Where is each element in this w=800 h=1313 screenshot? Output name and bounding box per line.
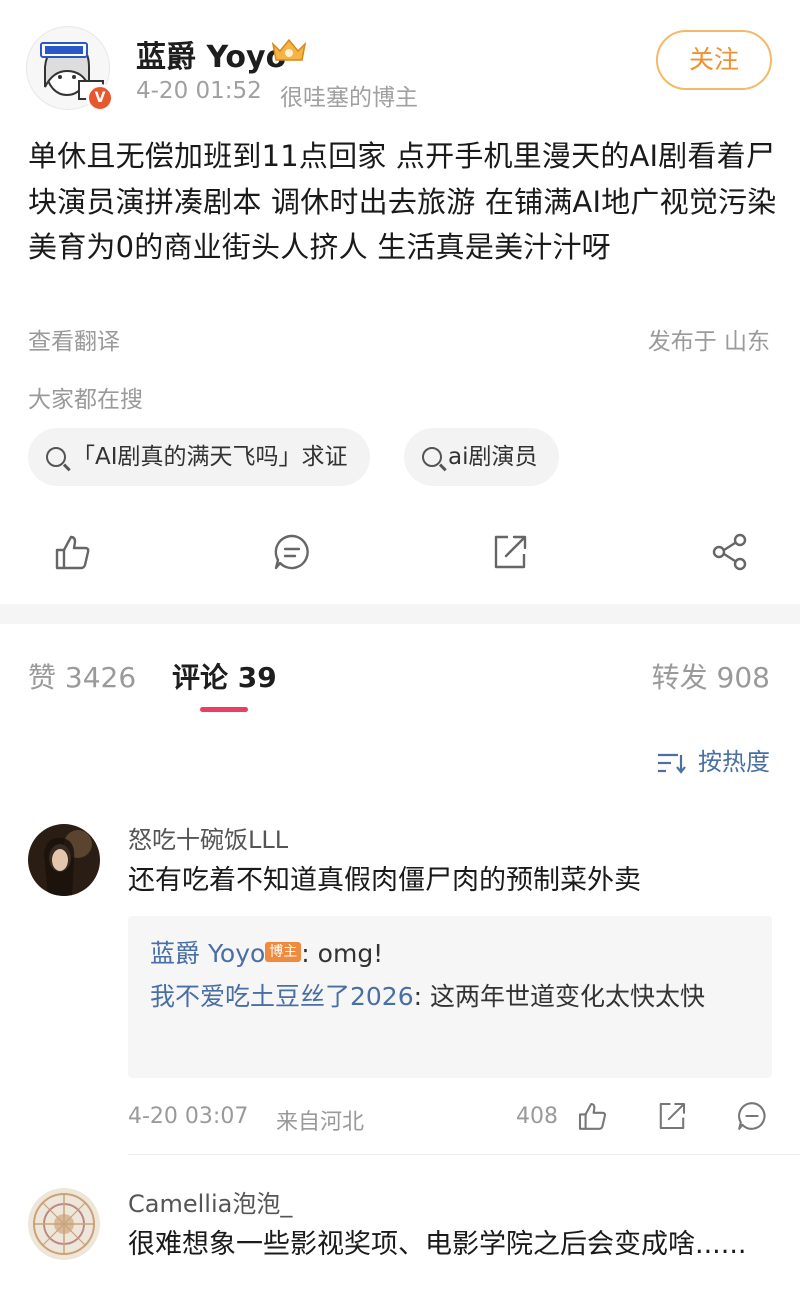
reply-item: 蓝爵 Yoyo 博主: omg! bbox=[150, 932, 750, 975]
reply-text: : 这两年世道变化太快太快 bbox=[413, 982, 705, 1011]
share-icon[interactable] bbox=[710, 532, 750, 572]
search-chip[interactable]: 「AI剧真的满天飞吗」求证 bbox=[28, 428, 370, 486]
section-divider bbox=[0, 604, 800, 624]
follow-button[interactable]: 关注 bbox=[656, 30, 772, 90]
verified-badge-icon: V bbox=[86, 84, 114, 112]
comment-location: 来自河北 bbox=[276, 1110, 365, 1135]
repost-icon[interactable] bbox=[490, 532, 530, 572]
post-location: 发布于 山东 bbox=[647, 329, 770, 355]
commenter-avatar[interactable] bbox=[28, 824, 100, 896]
comment-icon[interactable] bbox=[272, 532, 312, 572]
search-icon bbox=[46, 447, 66, 467]
author-label: 很哇塞的博主 bbox=[280, 85, 418, 111]
author-avatar[interactable]: V bbox=[26, 26, 114, 112]
comment-footer: 4-20 03:07 来自河北 408 bbox=[128, 1100, 772, 1140]
like-icon[interactable] bbox=[576, 1100, 608, 1132]
tab-likes[interactable]: 赞 3426 bbox=[28, 656, 136, 696]
reply-text: : omg! bbox=[301, 939, 384, 968]
comment-text: 还有吃着不知道真假肉僵尸肉的预制菜外卖 bbox=[128, 865, 641, 896]
tab-comments[interactable]: 评论 39 bbox=[172, 656, 277, 696]
trending-search-title: 大家都在搜 bbox=[28, 387, 143, 413]
commenter-name[interactable]: Camellia泡泡_ bbox=[128, 1184, 292, 1219]
like-icon[interactable] bbox=[52, 532, 92, 572]
reply-author[interactable]: 我不爱吃土豆丝了2026 bbox=[150, 982, 414, 1011]
host-badge: 博主 bbox=[265, 942, 302, 962]
search-chip-label: 「AI剧真的满天飞吗」求证 bbox=[72, 444, 348, 470]
comment-time: 4-20 03:07 bbox=[128, 1104, 249, 1129]
active-tab-indicator bbox=[200, 707, 248, 712]
search-icon bbox=[422, 447, 442, 467]
repost-icon[interactable] bbox=[656, 1100, 688, 1132]
sort-label: 按热度 bbox=[698, 748, 770, 776]
comment-like-count: 408 bbox=[516, 1104, 558, 1129]
sort-toggle[interactable]: 按热度 bbox=[656, 742, 770, 777]
post-action-bar bbox=[0, 528, 800, 584]
avatar bbox=[28, 824, 100, 896]
post-time: 4-20 01:52 bbox=[136, 78, 262, 104]
sort-icon bbox=[658, 753, 686, 774]
search-chip-label: ai剧演员 bbox=[448, 444, 538, 470]
interaction-tabs: 赞 3426 评论 39 转发 908 bbox=[0, 640, 800, 720]
post-header: V 蓝爵 Yoyo 4-20 01:52 很哇塞的博主 关注 bbox=[0, 0, 800, 125]
commenter-name[interactable]: 怒吃十碗饭LLL bbox=[128, 820, 288, 855]
crown-icon bbox=[271, 38, 307, 61]
avatar bbox=[28, 1188, 100, 1260]
author-name[interactable]: 蓝爵 Yoyo bbox=[136, 32, 286, 76]
tab-reposts[interactable]: 转发 908 bbox=[652, 656, 770, 696]
post-body: 单休且无偿加班到11点回家 点开手机里漫天的AI剧看着尸块演员演拼凑剧本 调休时… bbox=[28, 139, 777, 264]
reply-thread[interactable]: 蓝爵 Yoyo 博主: omg! 我不爱吃土豆丝了2026: 这两年世道变化太快太… bbox=[128, 916, 772, 1078]
reply-item: 我不爱吃土豆丝了2026: 这两年世道变化太快太快 bbox=[150, 975, 750, 1018]
comment-text: 很难想象一些影视奖项、电影学院之后会变成啥...... bbox=[128, 1229, 747, 1260]
comment-divider bbox=[128, 1154, 800, 1155]
search-chip[interactable]: ai剧演员 bbox=[404, 428, 560, 486]
translate-link[interactable]: 查看翻译 bbox=[28, 322, 120, 356]
reply-author[interactable]: 蓝爵 Yoyo bbox=[150, 939, 265, 968]
comment-icon[interactable] bbox=[736, 1100, 768, 1132]
commenter-avatar[interactable] bbox=[28, 1188, 100, 1260]
